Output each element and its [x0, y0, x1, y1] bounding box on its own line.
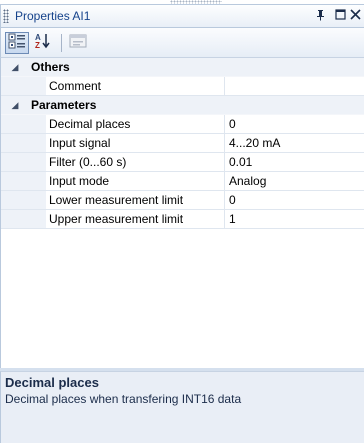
row-margin	[1, 172, 46, 190]
row-margin	[1, 191, 46, 209]
category-parameters[interactable]: ◢ Parameters	[1, 96, 364, 115]
sort-alphabetical-icon: A Z	[34, 32, 52, 53]
property-value[interactable]: Analog	[225, 172, 364, 190]
property-row-decimal-places[interactable]: Decimal places 0	[1, 115, 364, 134]
property-row-input-mode[interactable]: Input mode Analog	[1, 172, 364, 191]
window-title: Properties AI1	[15, 9, 91, 23]
drag-grip-icon[interactable]	[3, 9, 9, 23]
pin-button[interactable]	[310, 7, 330, 25]
property-name: Lower measurement limit	[46, 191, 225, 209]
title-bar[interactable]: Properties AI1	[0, 4, 364, 28]
property-row-filter[interactable]: Filter (0...60 s) 0.01	[1, 153, 364, 172]
property-name: Comment	[46, 77, 225, 95]
row-margin	[1, 77, 46, 95]
collapse-triangle-icon[interactable]: ◢	[1, 100, 29, 111]
svg-text:Z: Z	[35, 41, 40, 50]
alphabetical-button[interactable]: A Z	[31, 32, 55, 54]
property-row-lower-limit[interactable]: Lower measurement limit 0	[1, 191, 364, 210]
property-name: Upper measurement limit	[46, 210, 225, 228]
row-margin	[1, 134, 46, 152]
property-row-input-signal[interactable]: Input signal 4...20 mA	[1, 134, 364, 153]
categorized-icon	[8, 33, 26, 52]
toolbar-separator	[61, 33, 62, 52]
property-value[interactable]: 1	[225, 210, 364, 228]
toolbar: A Z	[0, 28, 364, 58]
property-name: Decimal places	[46, 115, 225, 133]
close-icon	[350, 9, 362, 23]
property-value[interactable]: 0	[225, 115, 364, 133]
close-button[interactable]	[350, 7, 364, 25]
property-value[interactable]	[225, 77, 364, 95]
maximize-button[interactable]	[330, 7, 350, 25]
pin-icon	[315, 9, 326, 24]
title-actions	[310, 5, 364, 27]
collapse-triangle-icon[interactable]: ◢	[1, 62, 29, 73]
maximize-icon	[334, 9, 346, 23]
property-value[interactable]: 0	[225, 191, 364, 209]
property-pages-button[interactable]	[66, 32, 90, 54]
property-name: Input mode	[46, 172, 225, 190]
property-name: Filter (0...60 s)	[46, 153, 225, 171]
help-panel: Decimal places Decimal places when trans…	[0, 371, 364, 443]
property-value[interactable]: 4...20 mA	[225, 134, 364, 152]
property-value[interactable]: 0.01	[225, 153, 364, 171]
category-label: Parameters	[31, 98, 97, 112]
help-description: Decimal places when transfering INT16 da…	[5, 392, 242, 406]
property-row-upper-limit[interactable]: Upper measurement limit 1	[1, 210, 364, 229]
row-margin	[1, 115, 46, 133]
row-margin	[1, 153, 46, 171]
property-grid: ◢ Others Comment ◢ Parameters Decimal pl…	[0, 58, 364, 368]
categorized-button[interactable]	[5, 31, 29, 54]
property-row-comment[interactable]: Comment	[1, 77, 364, 96]
help-title: Decimal places	[5, 375, 99, 390]
property-name: Input signal	[46, 134, 225, 152]
category-others[interactable]: ◢ Others	[1, 58, 364, 77]
category-label: Others	[31, 60, 70, 74]
property-pages-icon	[69, 33, 87, 52]
row-margin	[1, 210, 46, 228]
